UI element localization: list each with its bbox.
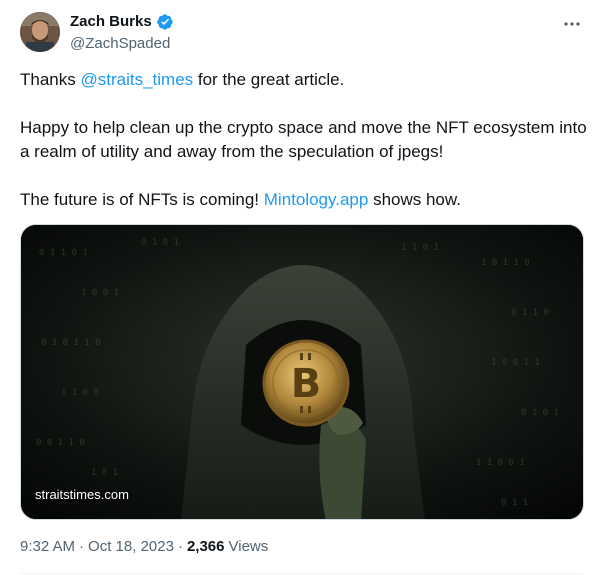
- avatar[interactable]: [20, 12, 60, 52]
- svg-text:0 1 0 1: 0 1 0 1: [141, 238, 179, 248]
- tweet-text-line-3: The future is of NFTs is coming! Mintolo…: [20, 188, 590, 212]
- meta-separator: ·: [177, 538, 183, 555]
- hooded-figure-bitcoin-image: 0 1 1 0 1 1 0 0 1 0 1 0 1 1 0 1 1 0 0 0 0 …: [21, 225, 583, 519]
- svg-text:1 0 1: 1 0 1: [91, 468, 118, 478]
- avatar-image: [20, 12, 60, 52]
- text-segment: Thanks: [20, 70, 81, 89]
- external-link[interactable]: Mintology.app: [264, 190, 369, 209]
- tweet-text-paragraph-2: Happy to help clean up the crypto space …: [20, 118, 587, 161]
- svg-text:1 1 0 1: 1 1 0 1: [401, 243, 439, 253]
- media-source-label: straitstimes.com: [35, 487, 129, 502]
- svg-text:1 1 0 0 1: 1 1 0 0 1: [476, 458, 525, 468]
- divider: [20, 573, 582, 574]
- svg-text:0 1 0 1: 0 1 0 1: [521, 408, 559, 418]
- verified-badge-icon: [156, 13, 174, 31]
- meta-separator: ·: [79, 538, 85, 555]
- mention-link[interactable]: @straits_times: [80, 70, 193, 89]
- views-label: Views: [228, 538, 269, 555]
- svg-text:1 0 1 1 0: 1 0 1 1 0: [481, 258, 530, 268]
- tweet-metadata: 9:32 AM · Oct 18, 2023 · 2,366 Views: [20, 537, 268, 557]
- svg-text:0 1 1 0: 0 1 1 0: [511, 308, 549, 318]
- tweet-time[interactable]: 9:32 AM: [20, 537, 75, 557]
- svg-text:1 1 0 0: 1 1 0 0: [61, 388, 99, 398]
- svg-text:1 0 0 1 1: 1 0 0 1 1: [491, 358, 540, 368]
- tweet[interactable]: Zach Burks @ZachSpaded Thanks @straits_t…: [0, 0, 602, 575]
- link-card-media[interactable]: 0 1 1 0 1 1 0 0 1 0 1 0 1 1 0 1 1 0 0 0 0 …: [20, 224, 584, 520]
- svg-text:B: B: [291, 361, 322, 407]
- tweet-text: Thanks @straits_times for the great arti…: [20, 68, 590, 212]
- text-segment: for the great article.: [193, 70, 345, 89]
- more-horizontal-icon: [564, 22, 580, 26]
- svg-text:0 1 1 0 1: 0 1 1 0 1: [39, 248, 88, 258]
- text-segment: shows how.: [368, 190, 461, 209]
- views-count: 2,366: [186, 538, 225, 555]
- author-name-row[interactable]: Zach Burks: [70, 12, 174, 32]
- svg-text:0 1 1: 0 1 1: [501, 498, 528, 508]
- svg-text:0 1 0 1 1 0: 0 1 0 1 1 0: [41, 338, 101, 348]
- tweet-text-line-1: Thanks @straits_times for the great arti…: [20, 68, 590, 92]
- text-segment: The future is of NFTs is coming!: [20, 190, 264, 209]
- svg-text:1 0 0 1: 1 0 0 1: [81, 288, 119, 298]
- more-options-button[interactable]: [560, 14, 584, 34]
- author-display-name[interactable]: Zach Burks: [70, 12, 152, 32]
- author-handle[interactable]: @ZachSpaded: [70, 34, 170, 54]
- svg-text:0 0 1 1 0: 0 0 1 1 0: [36, 438, 85, 448]
- tweet-date[interactable]: Oct 18, 2023: [88, 537, 174, 557]
